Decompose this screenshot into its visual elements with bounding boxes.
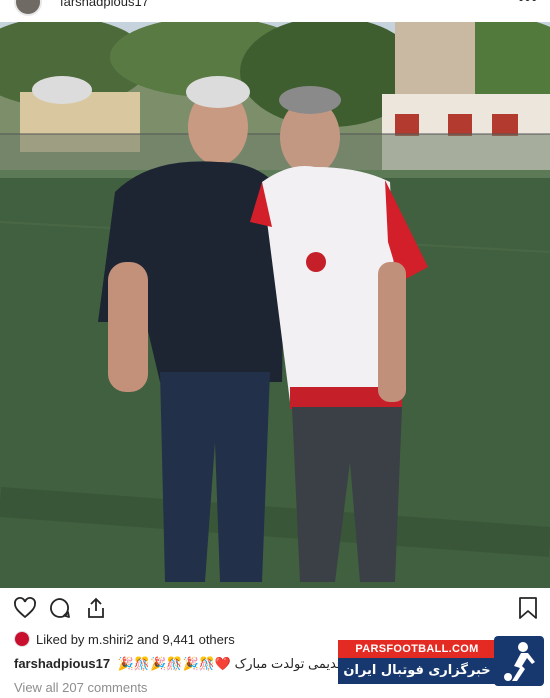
watermark-tagline: خبرگزاری فوتبال ایران [338,658,496,684]
action-bar [0,594,550,624]
user-avatar[interactable] [14,0,42,16]
caption-username[interactable]: farshadpious17 [14,656,110,671]
watermark-logo [494,636,544,686]
post-photo[interactable] [0,22,550,588]
more-options-icon[interactable]: ••• [518,0,538,9]
watermark-site: PARSFOOTBALL.COM [338,640,496,658]
liker-avatar [14,631,30,647]
likes-summary[interactable]: Liked by m.shiri2 and 9,441 others [14,629,235,649]
bookmark-icon[interactable] [517,596,539,620]
share-upload-icon[interactable] [84,596,108,620]
photo-illustration [0,22,550,588]
heart-outline-icon[interactable] [13,596,37,620]
post-username[interactable]: farshadpious17 [60,0,149,9]
view-comments-link[interactable]: View all 207 comments [14,680,147,695]
likes-text: Liked by m.shiri2 and 9,441 others [36,631,235,647]
comment-bubble-icon[interactable] [48,596,72,620]
parsfootball-watermark: PARSFOOTBALL.COM خبرگزاری فوتبال ایران [338,636,544,688]
post-header: farshadpious17 ••• [0,0,550,23]
